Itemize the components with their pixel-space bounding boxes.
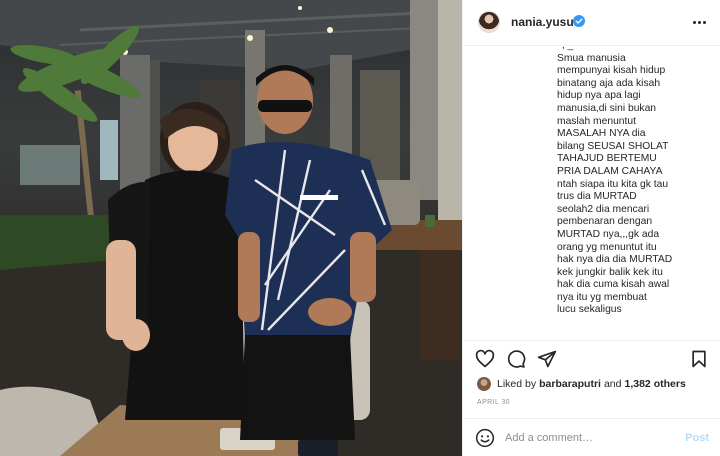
post-comment-button[interactable]: Post [685,432,709,444]
caption-line: ntah siapa itu kita gk tau [557,178,669,190]
liker-avatar[interactable] [477,377,491,391]
post-sidebar: nania.yusuf ' , _ Smua manusia mempunyai… [462,0,720,456]
caption-line: maslah menuntut [557,115,636,127]
caption-line: mempunyai kisah hidup [557,65,666,77]
caption-line: Smua manusia [557,52,626,64]
caption-line: hidup nya apa lagi [557,90,641,102]
caption-line: pembenaran dengan [557,216,653,228]
heart-icon[interactable] [475,349,495,369]
liker-username-link[interactable]: barbaraputri [539,378,601,390]
caption-line: ' , _ [557,46,717,53]
caption-line: seolah2 dia mencari [557,203,650,215]
verified-badge-icon [573,15,585,27]
comment-icon[interactable] [506,349,526,369]
caption-line: lucu sekaligus [557,304,622,316]
post-date[interactable]: APRIL 30 [477,399,510,406]
bookmark-icon[interactable] [689,349,709,369]
more-options-icon[interactable] [689,12,709,32]
caption-line: hak dia cuma kisah awal [557,279,670,291]
comment-bar: Post [463,418,720,456]
likes-summary: Liked by barbaraputri and 1,382 others [477,376,689,392]
caption-line: PRIA DALAM CAHAYA [557,165,663,177]
post-caption: ' , _ Smua manusia mempunyai kisah hidup… [557,46,717,340]
caption-line: MURTAD nya,,,gk ada [557,228,660,240]
caption-line: manusia,di sini bukan [557,102,657,114]
emoji-icon[interactable] [475,428,495,448]
likes-prefix: Liked by [497,378,537,390]
caption-line: hak nya dia dia MURTAD [557,254,673,266]
post-photo[interactable] [0,0,462,456]
share-icon[interactable] [537,349,557,369]
likes-count-link[interactable]: 1,382 others [625,378,686,390]
caption-line: MASALAH NYA dia [557,128,646,140]
caption-line: kek jungkir balik kek itu [557,266,663,278]
likes-conjunction: and [603,378,622,390]
post-header: nania.yusuf [463,0,720,46]
avatar[interactable] [478,11,500,33]
caption-line: TAHAJUD BERTEMU [557,153,657,165]
caption-line: binatang aja ada kisah [557,77,661,89]
caption-line: orang yg menuntut itu [557,241,657,253]
caption-line: trus dia MURTAD [557,191,637,203]
caption-line: bilang SEUSAI SHOLAT [557,140,669,152]
caption-line: nya itu yg membuat [557,291,647,303]
photo-scene [0,0,462,456]
comment-input[interactable] [505,429,665,447]
post-actions [463,340,720,374]
username-link[interactable]: nania.yusuf [511,15,578,29]
